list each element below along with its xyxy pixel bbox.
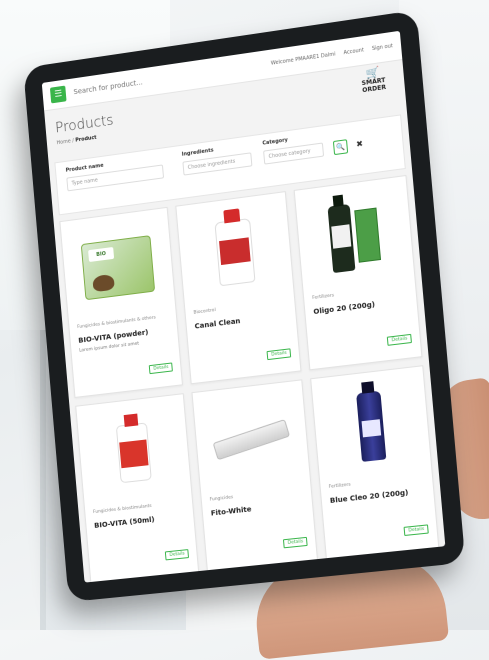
- details-button[interactable]: Details: [403, 524, 429, 536]
- search-icon: 🔍: [335, 142, 346, 152]
- product-card[interactable]: BIO Fungicides & biostimulants & others …: [59, 206, 183, 398]
- product-box-image: [354, 207, 382, 263]
- bag-label: BIO: [88, 246, 115, 262]
- product-bottle-image: [214, 208, 256, 287]
- category-select[interactable]: Choose category: [263, 142, 325, 165]
- product-card[interactable]: Fertilizers Oligo 20 (200g) Details: [293, 174, 423, 371]
- product-image: [203, 394, 299, 486]
- details-button[interactable]: Details: [266, 348, 292, 361]
- product-card[interactable]: Biocontrol Canal Clean Details: [175, 191, 302, 385]
- breadcrumb-separator: /: [72, 137, 75, 145]
- ingredients-filter: Ingredients Choose ingredients: [182, 142, 253, 176]
- smart-order-logo: 🛒 SMART ORDER: [352, 65, 395, 96]
- product-image: [87, 407, 181, 498]
- signout-link[interactable]: Sign out: [372, 43, 393, 52]
- product-name[interactable]: Oligo 20 (200g): [313, 296, 408, 317]
- product-name[interactable]: Canal Clean: [194, 311, 287, 331]
- details-button[interactable]: Details: [283, 536, 308, 549]
- close-icon: ✖: [355, 138, 364, 149]
- bottle-label: [331, 224, 352, 249]
- product-card[interactable]: Fungicides & biostimulants BIO-VITA (50m…: [75, 393, 200, 583]
- tablet: ☰ Welcome PMAARE1 Dalmi Account Sign out…: [23, 9, 466, 603]
- bottle-label: [361, 419, 382, 438]
- product-image: [322, 380, 420, 473]
- breadcrumb: Home / Product: [56, 135, 97, 147]
- product-image: BIO: [71, 221, 165, 313]
- product-image: [306, 190, 404, 284]
- product-bottle-image: [356, 390, 387, 462]
- product-grid: BIO Fungicides & biostimulants & others …: [59, 174, 440, 583]
- product-name[interactable]: BIO-VITA (50ml): [94, 512, 186, 530]
- product-name-filter: Product name Type name: [65, 155, 165, 192]
- bottle-cap: [223, 208, 241, 224]
- clear-filters-button[interactable]: ✖: [353, 137, 366, 151]
- bottle-label: [219, 237, 251, 266]
- search-button[interactable]: 🔍: [332, 139, 349, 156]
- product-bag-image: BIO: [80, 234, 156, 300]
- menu-icon: ☰: [53, 89, 63, 100]
- search-input[interactable]: [70, 67, 183, 102]
- product-name[interactable]: Blue Cleo 20 (200g): [330, 487, 426, 505]
- breadcrumb-current: Product: [75, 134, 97, 144]
- details-button[interactable]: Details: [149, 362, 173, 375]
- product-card[interactable]: Fertilizers Blue Cleo 20 (200g) Details: [310, 365, 440, 560]
- breadcrumb-home[interactable]: Home: [56, 138, 71, 146]
- details-button[interactable]: Details: [165, 549, 190, 561]
- product-tube-image: [212, 419, 291, 461]
- product-name[interactable]: Fito-White: [211, 500, 305, 517]
- menu-button[interactable]: ☰: [49, 85, 67, 104]
- welcome-text: Welcome PMAARE1 Dalmi: [270, 51, 336, 67]
- page-title: Products: [54, 112, 115, 137]
- product-image: [187, 206, 283, 299]
- details-button[interactable]: Details: [387, 333, 412, 346]
- product-bottle-image: [115, 422, 152, 484]
- bottle-label: [119, 439, 149, 469]
- tablet-screen: ☰ Welcome PMAARE1 Dalmi Account Sign out…: [41, 30, 446, 583]
- product-bottle-image: [327, 203, 356, 274]
- category-filter: Category Choose category: [262, 132, 325, 165]
- product-card[interactable]: Fungicides Fito-White Details: [191, 379, 318, 572]
- account-link[interactable]: Account: [343, 47, 364, 56]
